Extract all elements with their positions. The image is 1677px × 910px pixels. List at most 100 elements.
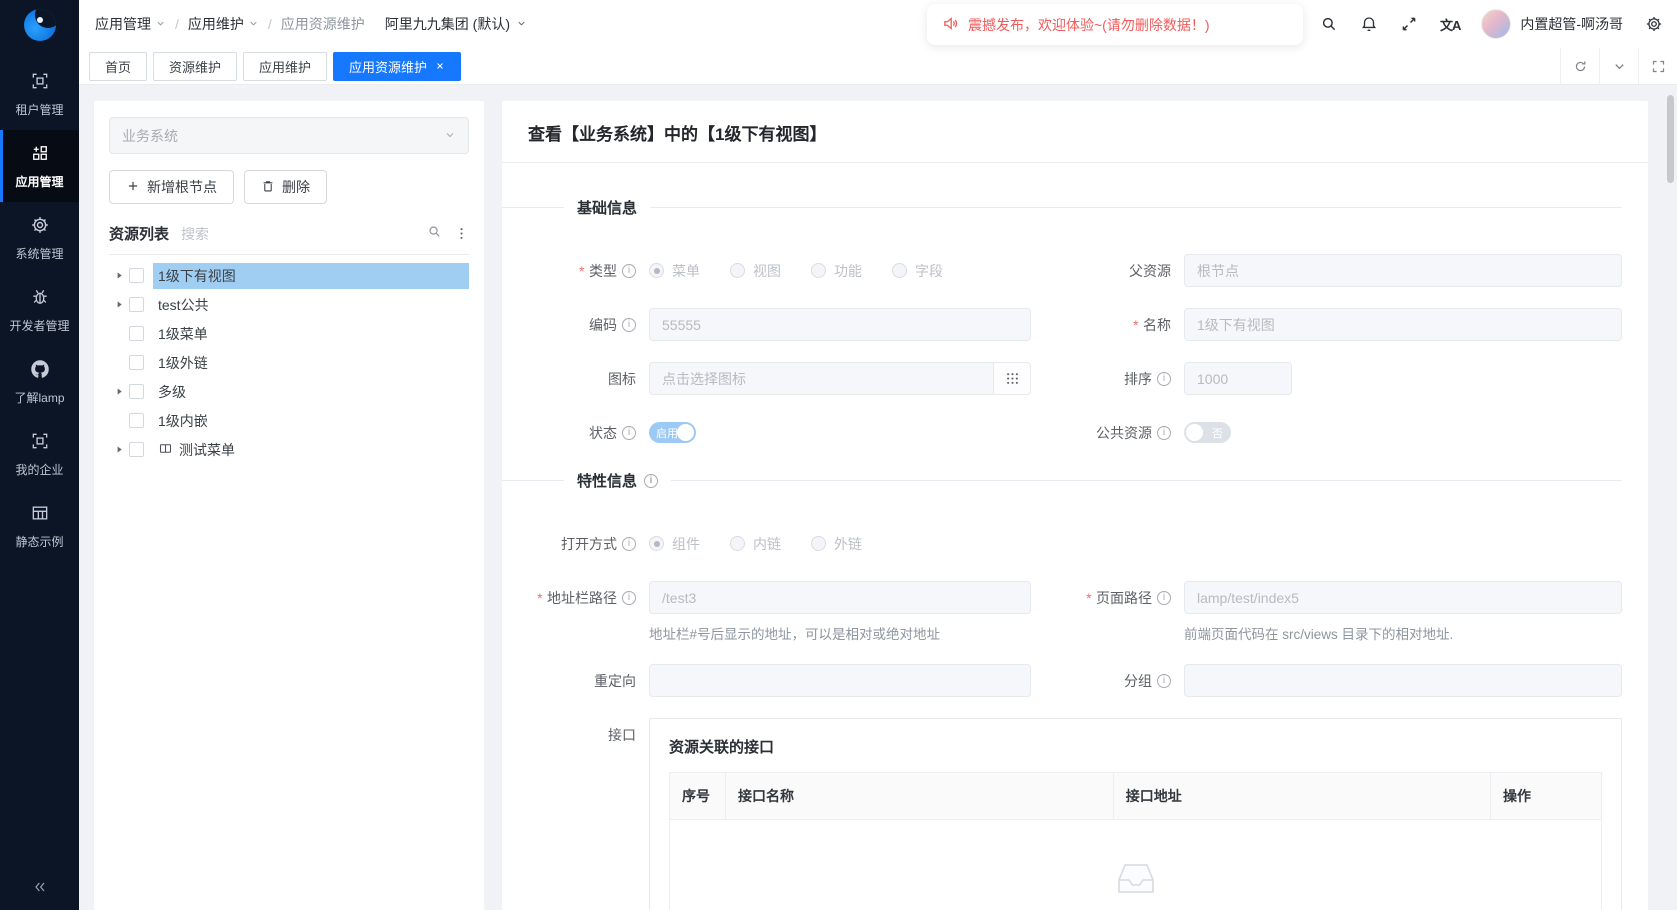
radio-type-function: 功能: [811, 261, 862, 281]
system-select[interactable]: 业务系统: [109, 117, 469, 154]
plus-icon: [126, 179, 140, 196]
tree-node-view-level1[interactable]: 1级下有视图: [109, 261, 469, 290]
breadcrumb: 应用管理 / 应用维护 / 应用资源维护: [95, 14, 365, 34]
state-toggle: 启用: [649, 422, 696, 443]
caret-right-icon[interactable]: [109, 300, 129, 309]
tree-node-checkbox[interactable]: [129, 268, 144, 283]
fullscreen-icon[interactable]: [1400, 15, 1419, 34]
public-toggle-text: 否: [1212, 422, 1223, 443]
empty-state: 暂无数据: [670, 820, 1601, 910]
bell-icon[interactable]: [1360, 15, 1379, 34]
tree-search-input[interactable]: [181, 226, 427, 242]
toggle-knob: [677, 424, 694, 441]
caret-right-icon[interactable]: [109, 387, 129, 396]
search-icon[interactable]: [427, 224, 442, 244]
table-icon: [30, 503, 50, 526]
breadcrumb-item-app-mgmt[interactable]: 应用管理: [95, 14, 166, 34]
app-grid-icon: [30, 143, 50, 166]
empty-inbox-icon: [1111, 858, 1161, 905]
tree-node-test-public[interactable]: test公共: [109, 290, 469, 319]
sidebar-item-tenant[interactable]: 租户管理: [0, 58, 79, 130]
tree-node-checkbox[interactable]: [129, 442, 144, 457]
tree-node-checkbox[interactable]: [129, 326, 144, 341]
caret-right-icon[interactable]: [109, 271, 129, 280]
tree-node-label[interactable]: 1级下有视图: [153, 263, 469, 289]
sidebar-item-static-demo[interactable]: 静态示例: [0, 490, 79, 562]
section-title: 特性信息: [577, 470, 637, 491]
tabs-dropdown-icon[interactable]: [1599, 48, 1638, 84]
radio-type-view: 视图: [730, 261, 781, 281]
tree-node-checkbox[interactable]: [129, 384, 144, 399]
sidebar-item-developer[interactable]: 开发者管理: [0, 274, 79, 346]
breadcrumb-item-app-maint[interactable]: 应用维护: [188, 14, 259, 34]
section-divider-basic: 基础信息: [502, 197, 1622, 218]
path-input: [649, 581, 1031, 614]
field-label-open-mode: 打开方式: [561, 534, 617, 554]
field-label-name: 名称: [1143, 315, 1171, 335]
radio-dot: [730, 263, 745, 278]
tree-node-checkbox[interactable]: [129, 355, 144, 370]
translate-icon[interactable]: 文A: [1440, 15, 1460, 34]
column-header-api-name: 接口名称: [726, 773, 1114, 819]
tree-node-label[interactable]: 1级菜单: [153, 321, 469, 347]
state-toggle-text: 启用: [656, 422, 678, 443]
breadcrumb-separator: /: [175, 16, 179, 32]
tree-node-checkbox[interactable]: [129, 413, 144, 428]
info-icon: i: [644, 474, 658, 488]
sidebar-item-label: 开发者管理: [9, 317, 69, 334]
trash-icon: [261, 179, 275, 196]
field-label-code: 编码: [589, 315, 617, 335]
caret-right-icon[interactable]: [109, 445, 129, 454]
tree-node-multi-level[interactable]: 多级: [109, 377, 469, 406]
tenant-selector[interactable]: 阿里九九集团 (默认): [385, 14, 527, 34]
code-input: [649, 308, 1031, 341]
add-root-node-button[interactable]: 新增根节点: [109, 170, 234, 204]
name-input: [1184, 308, 1622, 341]
sidebar-item-app[interactable]: 应用管理: [0, 130, 79, 202]
tab-app-resource-maint[interactable]: 应用资源维护: [333, 52, 461, 81]
sidebar-item-company[interactable]: 我的企业: [0, 418, 79, 490]
tree-node-label[interactable]: 1级外链: [153, 350, 469, 376]
sidebar-item-system[interactable]: 系统管理: [0, 202, 79, 274]
speaker-icon: [942, 15, 959, 35]
radio-open-internal: 内链: [730, 534, 781, 554]
sidebar-collapse-button[interactable]: [0, 879, 79, 900]
close-icon[interactable]: [435, 59, 445, 74]
search-icon[interactable]: [1320, 15, 1339, 34]
main-sidebar: 租户管理 应用管理 系统管理 开发者管理 了解lamp 我的企业: [0, 0, 79, 910]
tab-resource-maint[interactable]: 资源维护: [153, 52, 237, 81]
sidebar-item-lamp[interactable]: 了解lamp: [0, 346, 79, 418]
header-actions: 文A 内置超管-啊汤哥: [1320, 0, 1663, 48]
required-mark: *: [1133, 317, 1138, 333]
tree-node-label[interactable]: test公共: [153, 292, 469, 318]
required-mark: *: [1086, 590, 1091, 606]
delete-button[interactable]: 删除: [244, 170, 327, 204]
content-fullscreen-icon[interactable]: [1638, 48, 1677, 84]
tab-home[interactable]: 首页: [89, 52, 147, 81]
tab-app-maint[interactable]: 应用维护: [243, 52, 327, 81]
company-frame-icon: [30, 431, 50, 454]
tree-node-embedded[interactable]: 1级内嵌: [109, 406, 469, 435]
tree-search: [181, 224, 442, 244]
double-chevron-left-icon: [32, 879, 48, 900]
tree-node-menu-level1[interactable]: 1级菜单: [109, 319, 469, 348]
settings-gear-icon[interactable]: [1644, 15, 1663, 34]
tree-node-label[interactable]: 1级内嵌: [153, 408, 469, 434]
page-scrollbar[interactable]: [1667, 95, 1674, 183]
api-card-title: 资源关联的接口: [669, 736, 1602, 757]
refresh-icon[interactable]: [1560, 48, 1599, 84]
more-options-icon[interactable]: [454, 226, 469, 241]
user-menu[interactable]: 内置超管-啊汤哥: [1481, 9, 1623, 39]
public-resource-toggle: 否: [1184, 422, 1231, 443]
app-logo[interactable]: [0, 0, 79, 50]
tree-node-external-link[interactable]: 1级外链: [109, 348, 469, 377]
tree-node-test-menu[interactable]: 测试菜单: [109, 435, 469, 464]
tree-node-checkbox[interactable]: [129, 297, 144, 312]
section-title: 基础信息: [577, 197, 637, 218]
tree-node-label[interactable]: 多级: [153, 379, 469, 405]
sort-input: [1184, 362, 1292, 395]
layout-panes-icon: [158, 441, 173, 459]
radio-type-field: 字段: [892, 261, 943, 281]
tree-node-label[interactable]: 测试菜单: [153, 437, 469, 463]
radio-dot: [892, 263, 907, 278]
